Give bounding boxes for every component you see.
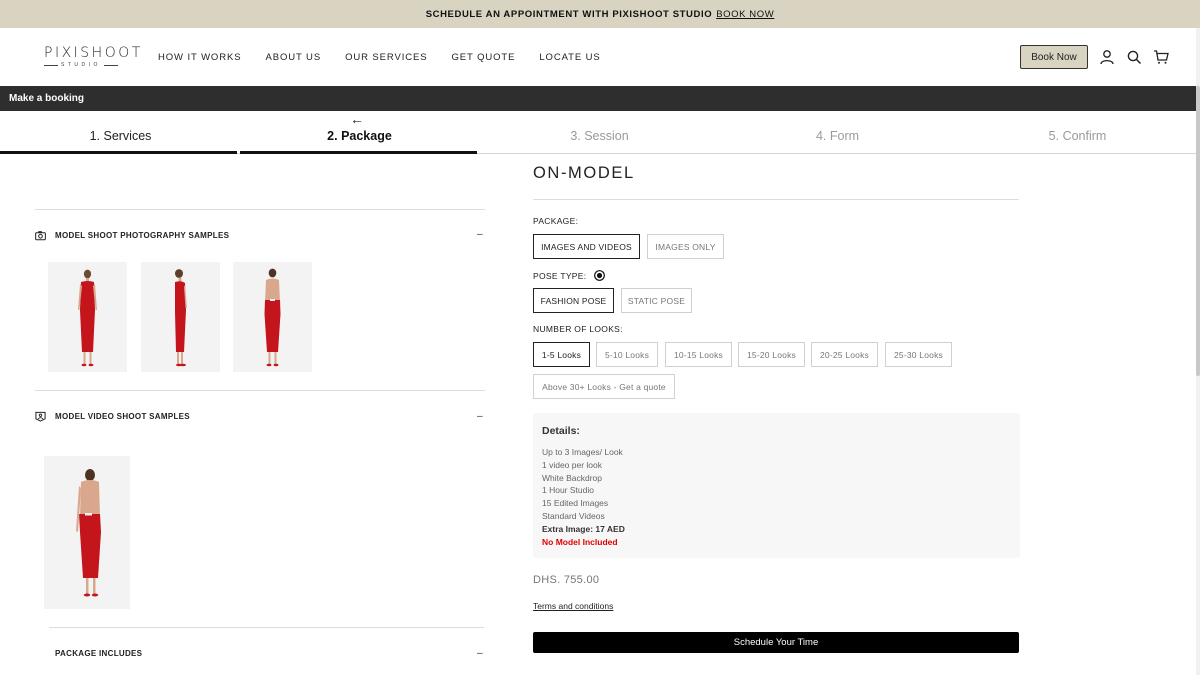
option-20-25-looks[interactable]: 20-25 Looks (811, 342, 878, 367)
detail-line: 1 video per look (542, 459, 603, 470)
package-price: DHS. 755.00 (533, 574, 600, 586)
option-fashion-pose[interactable]: FASHION POSE (533, 288, 614, 313)
book-now-button[interactable]: Book Now (1020, 45, 1088, 69)
main-nav: HOW IT WORKS ABOUT US OUR SERVICES GET Q… (158, 52, 625, 63)
booking-bar: Make a booking (0, 86, 1196, 111)
option-5-10-looks[interactable]: 5-10 Looks (596, 342, 658, 367)
divider (533, 199, 1019, 200)
model-side-image (175, 269, 187, 367)
booking-steps: ← 1. Services 2. Package 3. Session 4. F… (0, 111, 1196, 156)
option-25-30-looks[interactable]: 25-30 Looks (885, 342, 952, 367)
detail-line: Up to 3 Images/ Look (542, 447, 623, 457)
photo-samples-title: MODEL SHOOT PHOTOGRAPHY SAMPLES (55, 231, 230, 240)
detail-line: White Backdrop (542, 472, 602, 483)
option-images-and-videos[interactable]: IMAGES AND VIDEOS (533, 234, 640, 259)
step-services[interactable]: 1. Services (2, 129, 239, 143)
option-10-15-looks[interactable]: 10-15 Looks (665, 342, 732, 367)
option-static-pose[interactable]: STATIC POSE (621, 288, 692, 313)
nav-our-services[interactable]: OUR SERVICES (345, 52, 427, 63)
video-badge-icon (35, 411, 46, 422)
info-icon[interactable] (594, 270, 606, 281)
booking-bar-title: Make a booking (9, 93, 85, 104)
video-samples-toggle[interactable]: – (477, 411, 483, 422)
logo[interactable]: PIXISHOOT STUDIO (44, 45, 143, 69)
search-icon[interactable] (1126, 49, 1142, 65)
step-confirm: 5. Confirm (1048, 129, 1107, 143)
announcement-text: SCHEDULE AN APPOINTMENT WITH PIXISHOOT S… (425, 8, 713, 20)
photo-samples-header[interactable]: MODEL SHOOT PHOTOGRAPHY SAMPLES (35, 230, 229, 241)
cart-icon[interactable] (1153, 49, 1169, 65)
step-progress-package (240, 151, 477, 154)
back-arrow-icon[interactable]: ← (350, 111, 364, 127)
terms-link[interactable]: Terms and conditions (533, 601, 613, 611)
step-form: 4. Form (815, 129, 860, 143)
schedule-your-time-button[interactable]: Schedule Your Time (533, 632, 1019, 653)
divider (35, 390, 485, 391)
option-1-5-looks[interactable]: 1-5 Looks (533, 342, 590, 367)
model-front-image (78, 269, 97, 367)
package-label: PACKAGE: (533, 216, 579, 226)
scrollbar-thumb[interactable] (1196, 86, 1200, 376)
video-samples-header[interactable]: MODEL VIDEO SHOOT SAMPLES (35, 411, 190, 422)
nav-about-us[interactable]: ABOUT US (265, 52, 321, 63)
photo-samples-toggle[interactable]: – (477, 229, 483, 240)
samples-column: MODEL SHOOT PHOTOGRAPHY SAMPLES – MODEL … (0, 156, 500, 675)
video-samples-title: MODEL VIDEO SHOOT SAMPLES (55, 412, 190, 421)
pose-type-label-text: POSE TYPE: (533, 270, 587, 281)
detail-extra-image: Extra Image: 17 AED (542, 523, 625, 534)
detail-line: Standard Videos (542, 510, 605, 521)
package-includes-title: PACKAGE INCLUDES (55, 649, 143, 658)
model-video-image (76, 469, 101, 597)
user-icon[interactable] (1099, 49, 1115, 65)
nav-locate-us[interactable]: LOCATE US (539, 52, 600, 63)
option-images-only[interactable]: IMAGES ONLY (647, 234, 724, 259)
detail-line: 1 Hour Studio (542, 485, 594, 496)
photo-sample-back[interactable] (233, 262, 312, 372)
divider (35, 209, 485, 210)
details-heading: Details: (542, 425, 580, 437)
camera-icon (35, 231, 46, 241)
step-progress-services (0, 151, 237, 154)
package-includes-toggle[interactable]: – (477, 648, 483, 659)
number-of-looks-label: NUMBER OF LOOKS: (533, 324, 623, 334)
pose-type-label: POSE TYPE: (533, 270, 606, 281)
step-session: 3. Session (570, 129, 629, 143)
detail-line: 15 Edited Images (542, 498, 609, 509)
divider (49, 627, 484, 628)
model-back-image (264, 268, 281, 367)
option-15-20-looks[interactable]: 15-20 Looks (738, 342, 805, 367)
option-above-30-looks[interactable]: Above 30+ Looks - Get a quote (533, 374, 675, 399)
nav-get-quote[interactable]: GET QUOTE (451, 52, 515, 63)
site-header: PIXISHOOT STUDIO HOW IT WORKS ABOUT US O… (0, 28, 1200, 86)
nav-how-it-works[interactable]: HOW IT WORKS (158, 52, 241, 63)
logo-subtext: STUDIO (44, 62, 118, 68)
announcement-bar: SCHEDULE AN APPOINTMENT WITH PIXISHOOT S… (0, 0, 1200, 28)
video-sample[interactable] (44, 456, 130, 609)
announcement-book-now-link[interactable]: BOOK NOW (716, 9, 774, 20)
photo-sample-side[interactable] (141, 262, 220, 372)
step-package[interactable]: 2. Package (241, 129, 478, 143)
logo-text: PIXISHOOT (44, 45, 143, 61)
package-details: Details: Up to 3 Images/ Look 1 video pe… (533, 413, 1020, 558)
package-title: ON-MODEL (533, 164, 635, 182)
package-includes-header[interactable]: PACKAGE INCLUDES (55, 649, 142, 658)
detail-no-model-warning: No Model Included (542, 536, 618, 547)
photo-sample-front[interactable] (48, 262, 127, 372)
